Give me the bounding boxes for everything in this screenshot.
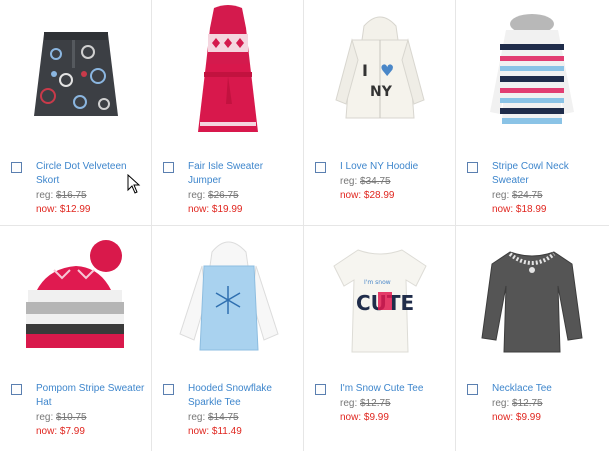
sale-price: now: $9.99 bbox=[492, 412, 541, 423]
compare-checkbox[interactable] bbox=[163, 384, 174, 395]
product-name-link[interactable]: I'm Snow Cute Tee bbox=[340, 382, 451, 396]
product-grid: Circle Dot Velveteen Skort reg: $16.75 n… bbox=[0, 0, 609, 451]
compare-checkbox[interactable] bbox=[11, 162, 22, 173]
sale-price: now: $11.49 bbox=[188, 426, 242, 437]
product-name-link[interactable]: Pompom Stripe Sweater Hat bbox=[36, 382, 147, 410]
product-info: Pompom Stripe Sweater Hat reg: $10.75 no… bbox=[36, 382, 147, 439]
pompom-hat-image[interactable] bbox=[14, 230, 138, 366]
snowflake-tee-image[interactable] bbox=[166, 230, 290, 366]
product-card: Fair Isle Sweater Jumper reg: $26.75 now… bbox=[152, 0, 304, 226]
skort-image[interactable] bbox=[14, 4, 138, 140]
compare-checkbox[interactable] bbox=[467, 384, 478, 395]
regular-price: reg: $12.75 bbox=[492, 398, 543, 409]
product-card: Necklace Tee reg: $12.75 now: $9.99 bbox=[456, 226, 609, 451]
sale-price: now: $28.99 bbox=[340, 190, 395, 201]
svg-text:NY: NY bbox=[370, 84, 393, 100]
sale-price: now: $7.99 bbox=[36, 426, 85, 437]
svg-text:♥: ♥ bbox=[380, 61, 394, 80]
product-info: Necklace Tee reg: $12.75 now: $9.99 bbox=[492, 382, 605, 425]
product-name-link[interactable]: I Love NY Hoodie bbox=[340, 160, 451, 174]
product-info: Fair Isle Sweater Jumper reg: $26.75 now… bbox=[188, 160, 299, 217]
product-name-link[interactable]: Hooded Snowflake Sparkle Tee bbox=[188, 382, 299, 410]
sale-price: now: $12.99 bbox=[36, 204, 91, 215]
regular-price: reg: $10.75 bbox=[36, 412, 87, 423]
product-card: I ♥ NY I Love NY Hoodie reg: $34.75 now:… bbox=[304, 0, 456, 226]
product-info: Stripe Cowl Neck Sweater reg: $24.75 now… bbox=[492, 160, 605, 217]
compare-checkbox[interactable] bbox=[467, 162, 478, 173]
svg-text:I'm snow: I'm snow bbox=[364, 279, 391, 286]
necklace-tee-image[interactable] bbox=[470, 230, 594, 366]
regular-price: reg: $14.75 bbox=[188, 412, 239, 423]
sale-price: now: $19.99 bbox=[188, 204, 243, 215]
regular-price: reg: $26.75 bbox=[188, 190, 239, 201]
sale-price: now: $18.99 bbox=[492, 204, 547, 215]
product-card: Hooded Snowflake Sparkle Tee reg: $14.75… bbox=[152, 226, 304, 451]
product-info: Hooded Snowflake Sparkle Tee reg: $14.75… bbox=[188, 382, 299, 439]
snow-cute-tee-image[interactable]: I'm snow CUTE bbox=[318, 230, 442, 366]
product-info: I'm Snow Cute Tee reg: $12.75 now: $9.99 bbox=[340, 382, 451, 425]
product-name-link[interactable]: Stripe Cowl Neck Sweater bbox=[492, 160, 605, 188]
product-card: I'm snow CUTE I'm Snow Cute Tee reg: $12… bbox=[304, 226, 456, 451]
sweater-jumper-image[interactable] bbox=[166, 4, 290, 140]
product-card: Pompom Stripe Sweater Hat reg: $10.75 no… bbox=[0, 226, 152, 451]
regular-price: reg: $24.75 bbox=[492, 190, 543, 201]
svg-text:I: I bbox=[362, 61, 368, 80]
hoodie-image[interactable]: I ♥ NY bbox=[318, 4, 442, 140]
compare-checkbox[interactable] bbox=[163, 162, 174, 173]
product-card: Circle Dot Velveteen Skort reg: $16.75 n… bbox=[0, 0, 152, 226]
regular-price: reg: $34.75 bbox=[340, 176, 391, 187]
product-name-link[interactable]: Necklace Tee bbox=[492, 382, 605, 396]
compare-checkbox[interactable] bbox=[315, 162, 326, 173]
mouse-cursor-icon bbox=[127, 174, 141, 194]
compare-checkbox[interactable] bbox=[315, 384, 326, 395]
stripe-sweater-image[interactable] bbox=[470, 4, 594, 140]
sale-price: now: $9.99 bbox=[340, 412, 389, 423]
regular-price: reg: $12.75 bbox=[340, 398, 391, 409]
product-name-link[interactable]: Fair Isle Sweater Jumper bbox=[188, 160, 299, 188]
compare-checkbox[interactable] bbox=[11, 384, 22, 395]
product-info: I Love NY Hoodie reg: $34.75 now: $28.99 bbox=[340, 160, 451, 203]
product-card: Stripe Cowl Neck Sweater reg: $24.75 now… bbox=[456, 0, 609, 226]
